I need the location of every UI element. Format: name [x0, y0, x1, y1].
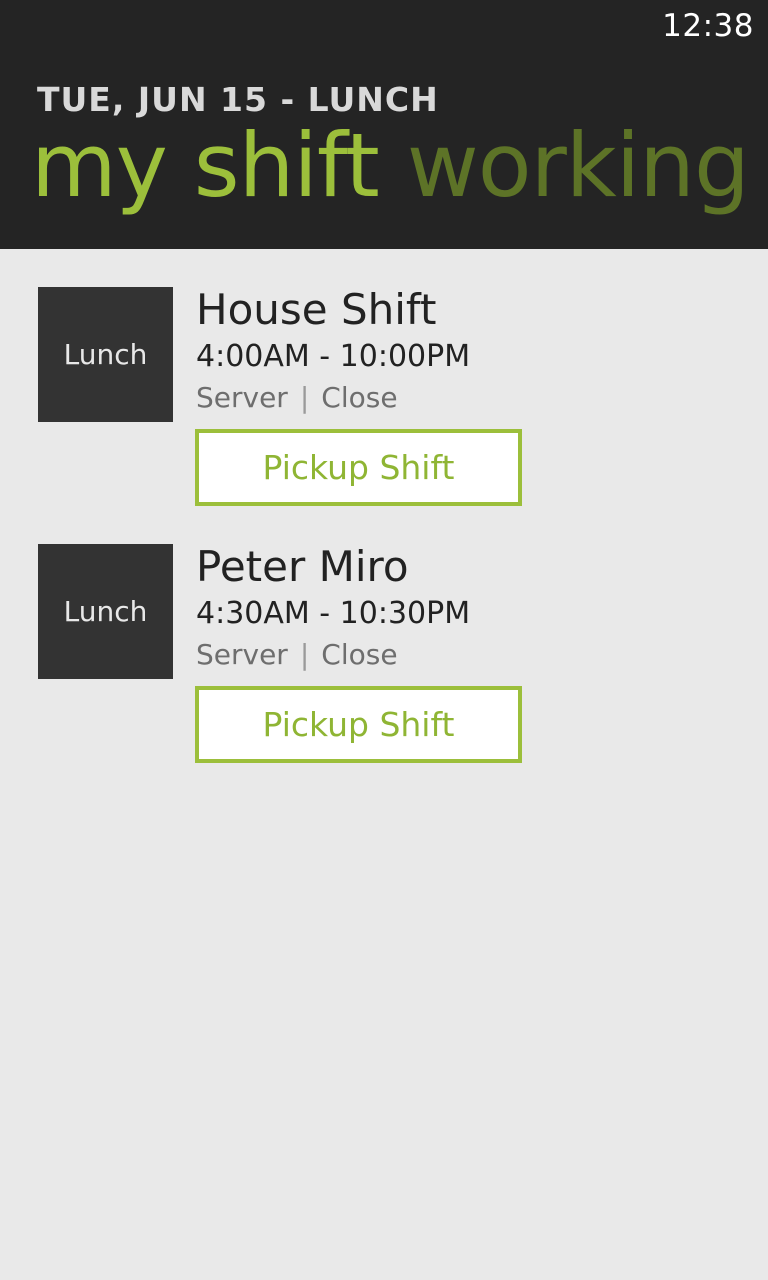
- shift-name: House Shift: [196, 285, 437, 334]
- pivot-working-now[interactable]: working now: [407, 114, 768, 217]
- status-bar-time: 12:38: [662, 8, 754, 44]
- shift-item-house-shift: Lunch House Shift 4:00AM - 10:00PM Serve…: [38, 285, 738, 517]
- shift-name: Peter Miro: [196, 542, 409, 591]
- shift-meta: Server | Close: [196, 381, 398, 414]
- meta-separator: |: [299, 381, 310, 414]
- shift-time: 4:00AM - 10:00PM: [196, 339, 471, 374]
- shift-badge: Lunch: [38, 287, 173, 422]
- pivot-header: my shift working now: [31, 117, 768, 215]
- pickup-shift-button[interactable]: Pickup Shift: [195, 429, 522, 506]
- shift-type: Close: [321, 638, 398, 671]
- shift-type: Close: [321, 381, 398, 414]
- shift-badge: Lunch: [38, 544, 173, 679]
- shift-time: 4:30AM - 10:30PM: [196, 596, 471, 631]
- app-header: 12:38 TUE, JUN 15 - LUNCH my shift workin…: [0, 0, 768, 249]
- shift-meta: Server | Close: [196, 638, 398, 671]
- shift-role: Server: [196, 381, 288, 414]
- shift-item-peter-miro: Lunch Peter Miro 4:30AM - 10:30PM Server…: [38, 542, 738, 774]
- pivot-my-shift[interactable]: my shift: [31, 114, 380, 217]
- pickup-shift-button[interactable]: Pickup Shift: [195, 686, 522, 763]
- shift-role: Server: [196, 638, 288, 671]
- meta-separator: |: [299, 638, 310, 671]
